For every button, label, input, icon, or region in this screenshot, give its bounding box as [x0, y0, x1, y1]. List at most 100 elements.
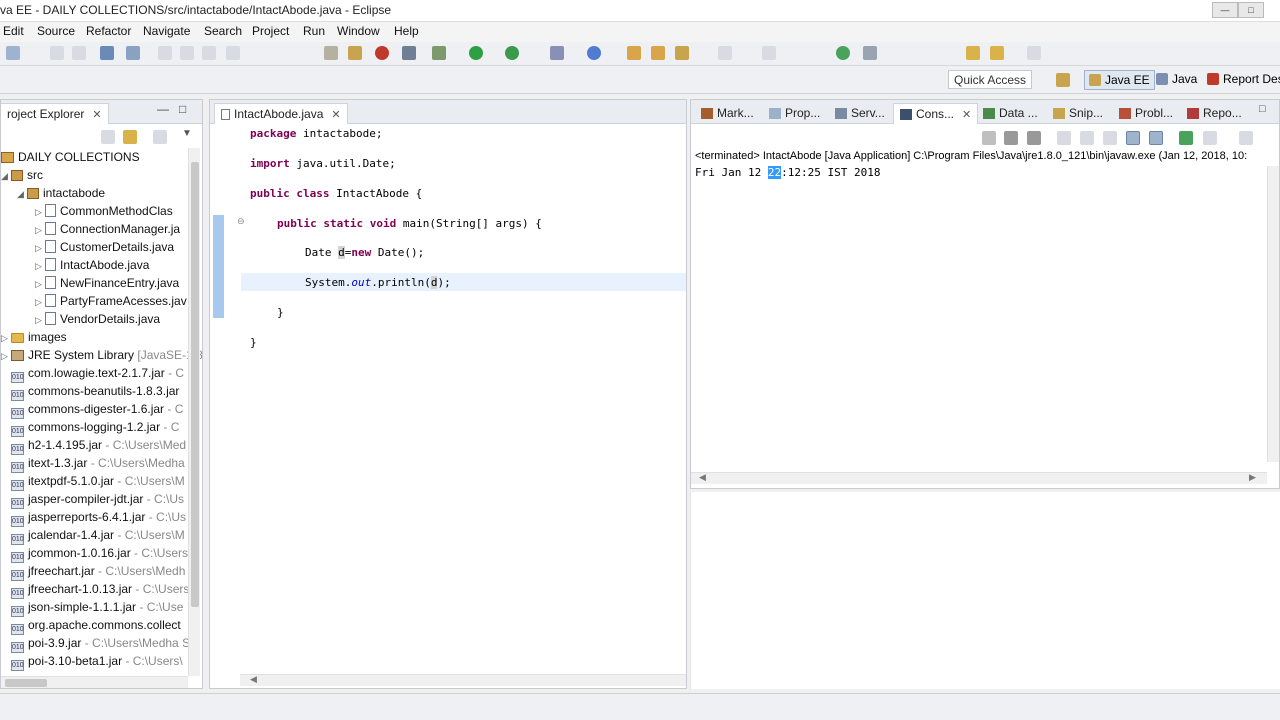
quick-access-input[interactable]: Quick Access — [948, 70, 1032, 89]
open-console-icon[interactable] — [1239, 131, 1253, 145]
perspective-java[interactable]: Java — [1152, 70, 1201, 90]
code-line[interactable]: public class IntactAbode { — [250, 187, 422, 200]
display-console-icon[interactable] — [1203, 131, 1217, 145]
tree-jar[interactable]: 010 jfreechart-1.0.13.jar - C:\Users — [11, 580, 189, 599]
console-output[interactable]: Fri Jan 12 22:12:25 IST 2018 — [695, 166, 880, 179]
tree-jar[interactable]: 010 poi-3.10-beta1.jar - C:\Users\ — [11, 652, 183, 671]
tree-file[interactable]: ▷ NewFinanceEntry.java — [35, 274, 179, 292]
tree-jar[interactable]: 010 jasper-compiler-jdt.jar - C:\Us — [11, 490, 184, 509]
console-vertical-scrollbar[interactable] — [1267, 166, 1279, 462]
perspective-java-ee[interactable]: Java EE — [1084, 70, 1155, 90]
scroll-left-icon[interactable]: ◀ — [699, 472, 706, 483]
tree-file[interactable]: ▷ ConnectionManager.ja — [35, 220, 180, 238]
editor-horizontal-scrollbar[interactable]: ◀ ▶ — [240, 674, 686, 686]
debug-icon[interactable] — [432, 46, 446, 60]
expand-arrow-icon[interactable]: ▷ — [35, 203, 45, 221]
menu-window[interactable]: Window — [337, 24, 380, 38]
console-horizontal-scrollbar[interactable]: ◀ ▶ — [691, 472, 1267, 484]
tree-jar[interactable]: 010 org.apache.commons.collect — [11, 616, 181, 635]
tab-properties[interactable]: Prop... — [763, 103, 826, 124]
refresh-icon[interactable] — [863, 46, 877, 60]
menu-run[interactable]: Run — [303, 24, 325, 38]
new-class-icon[interactable] — [587, 46, 601, 60]
terminate-icon[interactable] — [202, 46, 216, 60]
tree-jar[interactable]: 010 commons-logging-1.2.jar - C — [11, 418, 179, 437]
tab-snippets[interactable]: Snip... — [1047, 103, 1109, 124]
disconnect-icon[interactable] — [226, 46, 240, 60]
minimize-button[interactable]: — — [1212, 2, 1238, 18]
tree-jar[interactable]: 010 h2-1.4.195.jar - C:\Users\Med — [11, 436, 186, 455]
tree-jar[interactable]: 010 jcommon-1.0.16.jar - C:\Users — [11, 544, 188, 563]
expand-arrow-icon[interactable]: ▷ — [1, 347, 11, 365]
tree-file[interactable]: ▷ IntactAbode.java — [35, 256, 149, 274]
run-icon[interactable] — [469, 46, 483, 60]
word-wrap-icon[interactable] — [1103, 131, 1117, 145]
maximize-icon[interactable]: □ — [179, 102, 186, 116]
code-line[interactable]: package intactabode; — [250, 127, 382, 140]
tab-data-source[interactable]: Data ... — [977, 103, 1044, 124]
perspective-report-design[interactable]: Report Des — [1203, 70, 1280, 90]
console-toolbar-icon[interactable] — [100, 46, 114, 60]
terminate-icon[interactable] — [982, 131, 996, 145]
tree-jar[interactable]: 010 poi-3.9.jar - C:\Users\Medha S — [11, 634, 190, 653]
expand-arrow-icon[interactable]: ▷ — [35, 221, 45, 239]
save-icon[interactable] — [50, 46, 64, 60]
tree-jar[interactable]: 010 commons-digester-1.6.jar - C — [11, 400, 183, 419]
collapse-all-icon[interactable] — [101, 130, 115, 144]
expand-arrow-icon[interactable]: ▷ — [1, 329, 11, 347]
tree-jar[interactable]: 010 jasperreports-6.4.1.jar - C:\Us — [11, 508, 186, 527]
scrollbar-thumb[interactable] — [191, 162, 199, 607]
minimize-icon[interactable]: — — [157, 102, 169, 116]
tree-images[interactable]: ▷ images — [1, 328, 67, 346]
scroll-right-icon[interactable]: ▶ — [1249, 472, 1256, 483]
close-icon[interactable]: ✕ — [331, 109, 340, 121]
tab-report[interactable]: Repo... — [1181, 103, 1248, 124]
open-perspective-icon[interactable] — [1056, 73, 1070, 87]
scroll-left-icon[interactable]: ◀ — [250, 674, 257, 685]
tools-icon[interactable] — [348, 46, 362, 60]
back-icon[interactable] — [966, 46, 980, 60]
menu-source[interactable]: Source — [37, 24, 75, 38]
show-stderr-icon[interactable] — [1149, 131, 1163, 145]
menu-navigate[interactable]: Navigate — [143, 24, 190, 38]
explorer-vertical-scrollbar[interactable] — [188, 148, 200, 676]
tab-servers[interactable]: Serv... — [829, 103, 891, 124]
remove-launch-icon[interactable] — [1004, 131, 1018, 145]
run-external-icon[interactable] — [505, 46, 519, 60]
tree-jar[interactable]: 010 commons-beanutils-1.8.3.jar — [11, 382, 179, 401]
expand-arrow-icon[interactable]: ▷ — [35, 311, 45, 329]
maximize-button[interactable]: □ — [1238, 2, 1264, 18]
tab-project-explorer[interactable]: roject Explorer ✕ — [1, 103, 109, 124]
web-browser-icon[interactable] — [836, 46, 850, 60]
close-icon[interactable]: ✕ — [92, 109, 101, 121]
tree-jar[interactable]: 010 jfreechart.jar - C:\Users\Medh — [11, 562, 185, 581]
pin-icon[interactable] — [762, 46, 776, 60]
code-line[interactable]: } — [250, 336, 257, 349]
view-menu-icon[interactable]: ▼ — [182, 128, 192, 139]
new-java-icon[interactable] — [550, 46, 564, 60]
menu-search[interactable]: Search — [204, 24, 242, 38]
tree-package[interactable]: ◢ intactabode — [17, 184, 105, 202]
maximize-icon[interactable]: □ — [1259, 103, 1266, 115]
tab-problems[interactable]: Probl... — [1113, 103, 1179, 124]
code-line[interactable]: System.out.println(d); — [305, 276, 451, 289]
fold-icon[interactable]: ⊖ — [237, 216, 245, 227]
menu-edit[interactable]: Edit — [3, 24, 24, 38]
close-icon[interactable]: ✕ — [962, 109, 971, 121]
tree-project[interactable]: DAILY COLLECTIONS — [1, 148, 140, 166]
new-icon[interactable] — [6, 46, 20, 60]
code-line[interactable]: import java.util.Date; — [250, 157, 396, 170]
tree-src[interactable]: ◢ src — [1, 166, 43, 184]
code-line[interactable]: Date d=new Date(); — [305, 246, 424, 259]
tree-jar[interactable]: 010 itextpdf-5.1.0.jar - C:\Users\M — [11, 472, 185, 491]
expand-arrow-icon[interactable]: ▷ — [35, 239, 45, 257]
tab-intactabode-java[interactable]: IntactAbode.java ✕ — [214, 103, 348, 124]
resume-icon[interactable] — [158, 46, 172, 60]
tab-console[interactable]: Cons... ✕ — [893, 103, 979, 124]
code-line[interactable]: public static void main(String[] args) { — [277, 217, 542, 230]
tree-file[interactable]: ▷ PartyFrameAcesses.jav — [35, 292, 187, 310]
skip-breakpoints-icon[interactable] — [126, 46, 140, 60]
tree-jar[interactable]: 010 itext-1.3.jar - C:\Users\Medha — [11, 454, 185, 473]
code-line[interactable]: } — [277, 306, 284, 319]
open-task-icon[interactable] — [324, 46, 338, 60]
